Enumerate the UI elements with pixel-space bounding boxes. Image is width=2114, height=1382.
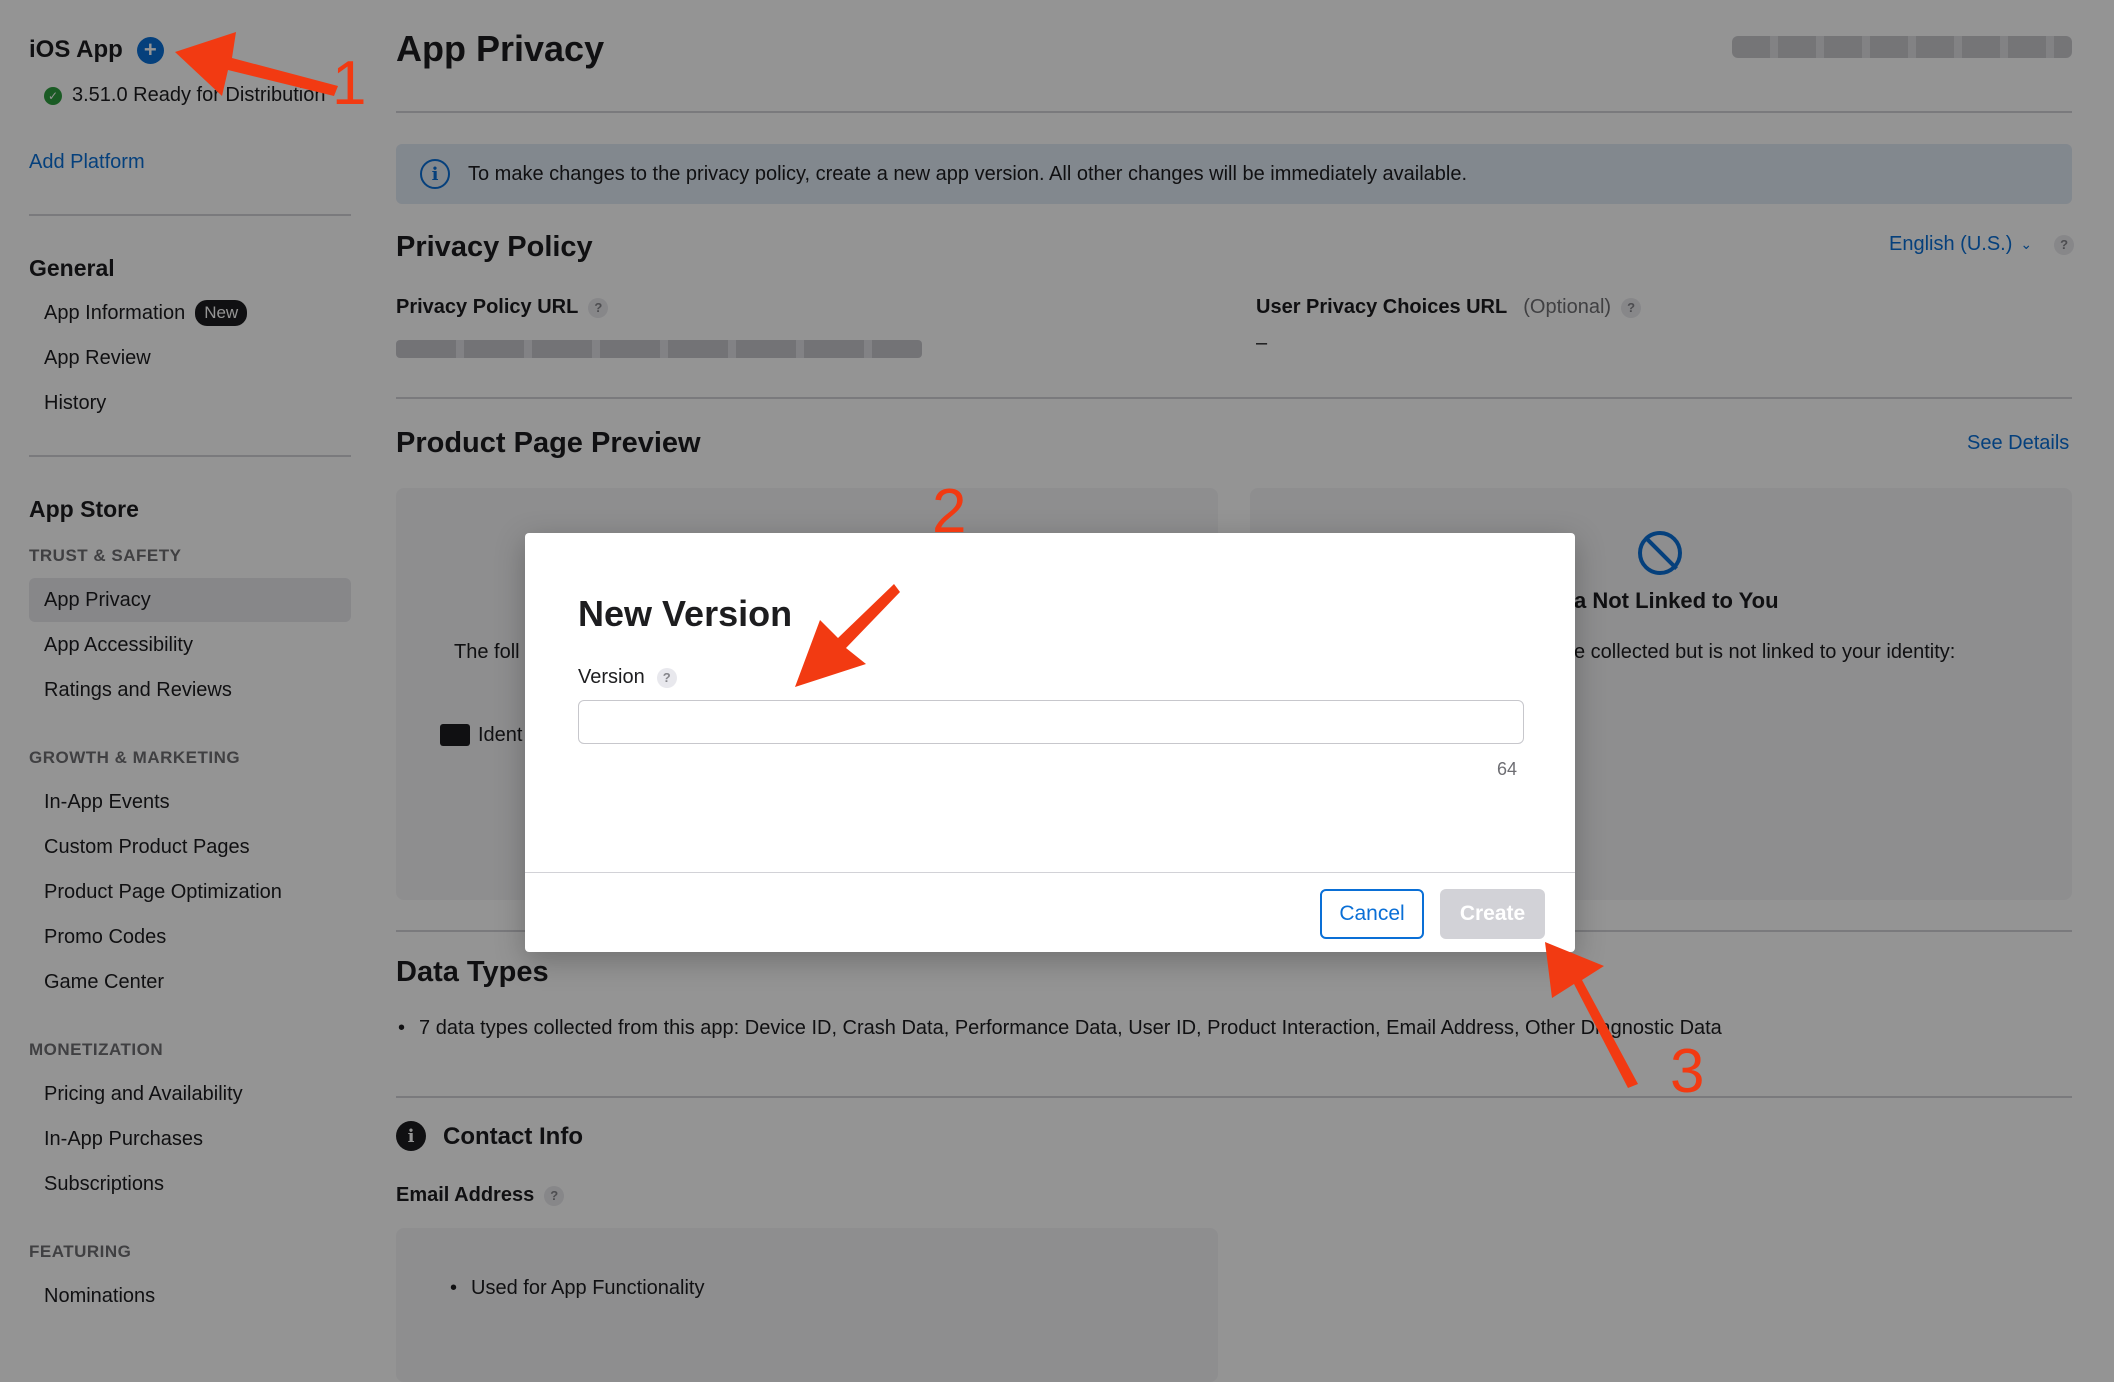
annotation-number-1: 1: [332, 49, 367, 118]
arrow-1: [175, 32, 338, 96]
annotation-number-2: 2: [932, 477, 967, 546]
annotation-arrows: [175, 32, 1638, 1088]
arrow-2: [795, 584, 900, 687]
arrow-3: [1545, 942, 1638, 1088]
annotation-number-3: 3: [1670, 1037, 1705, 1106]
